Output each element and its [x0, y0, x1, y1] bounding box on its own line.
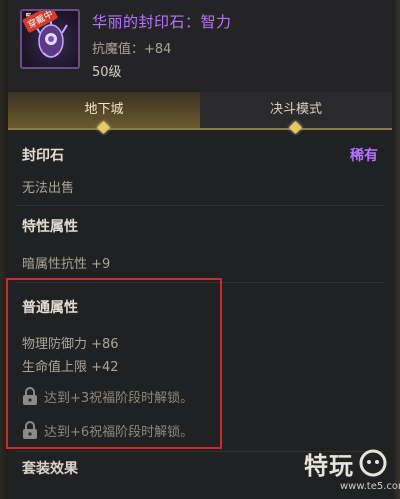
lock-requirement: 达到+3祝福阶段时解锁。: [44, 391, 194, 406]
watermark-text: 特玩: [304, 452, 354, 480]
set-effect-title: 套装效果: [22, 461, 78, 477]
gamepad-logo-icon: [359, 449, 387, 477]
watermark-url: www.te5.com: [340, 481, 400, 492]
item-magic-resist: 抗魔值：+84: [92, 42, 172, 57]
mode-tabs: 地下城 决斗模式: [8, 92, 392, 134]
rarity-label: 稀有: [350, 148, 378, 164]
trait-line: 暗属性抗性 +9: [22, 257, 111, 272]
unsellable-note: 无法出售: [22, 181, 75, 196]
item-name: 华丽的封印石：智力: [92, 13, 232, 31]
lock-icon: [23, 421, 37, 439]
site-watermark: 特玩 www.te5.com: [302, 446, 400, 496]
lock-icon: [23, 387, 37, 405]
normal-stat-line: 生命值上限 +42: [22, 360, 119, 375]
section-divider: [16, 205, 384, 206]
normal-stat-line: 物理防御力 +86: [22, 337, 119, 352]
lock-requirement: 达到+6祝福阶段时解锁。: [44, 425, 194, 440]
seal-section-title: 封印石: [22, 148, 64, 164]
tab-underline: [8, 128, 392, 130]
trait-section-title: 特性属性: [22, 219, 78, 235]
item-level: 50级: [92, 65, 122, 80]
seal-stone-icon[interactable]: 5 穿戴中: [20, 9, 80, 69]
item-header: 5 穿戴中 华丽的封印石：智力 抗魔值：+84 50级: [8, 0, 392, 92]
item-tooltip-panel: 5 穿戴中 华丽的封印石：智力 抗魔值：+84 50级 地下城 决斗模式 封印石…: [6, 0, 392, 499]
normal-section-title: 普通属性: [22, 300, 78, 316]
